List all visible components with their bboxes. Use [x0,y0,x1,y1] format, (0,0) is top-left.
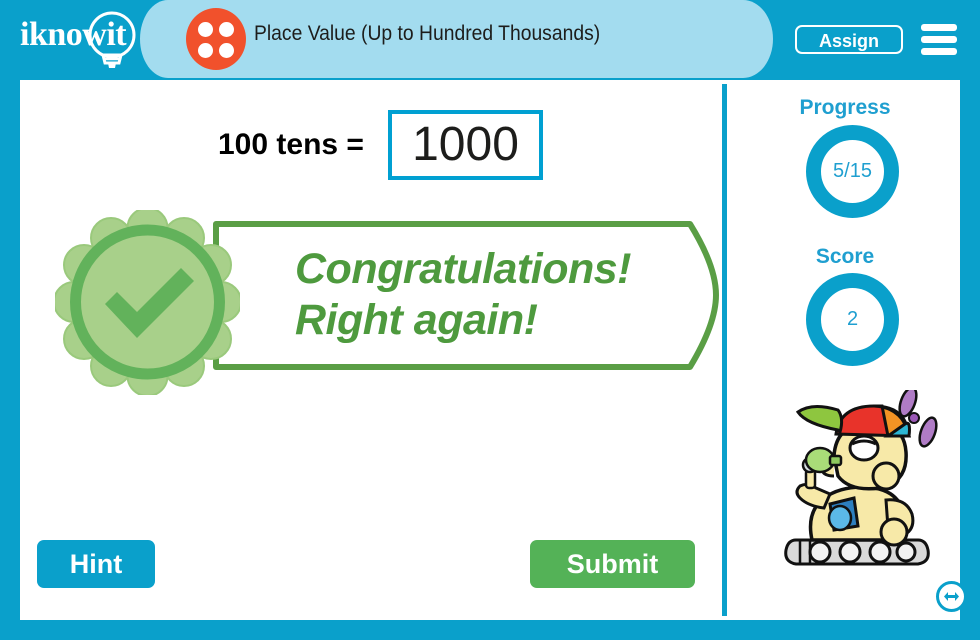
left-right-arrow-icon[interactable] [935,580,968,613]
dice-dot [198,22,213,37]
hamburger-bar [921,24,957,31]
main-content-card: 100 tens = 1000 Congratulations! Right a… [20,80,967,620]
answer-input-value: 1000 [412,118,519,171]
score-value: 2 [846,308,859,330]
assign-button[interactable]: Assign [795,25,903,54]
submit-button[interactable]: Submit [530,540,695,588]
progress-ring: 5/15 [806,125,899,218]
logo-wordmark: iknowit [20,16,127,53]
score-ring: 2 [806,273,899,366]
feedback-message: Congratulations! Right again! [295,244,725,346]
four-dot-dice-icon [186,8,246,70]
question-row: 100 tens = 1000 [200,110,600,190]
dice-dot [219,43,234,58]
hint-button[interactable]: Hint [37,540,155,588]
score-label: Score [815,245,875,268]
app-root: iknowit Place Value (Up to Hundred Thous… [0,0,980,640]
top-bar: iknowit Place Value (Up to Hundred Thous… [0,0,980,78]
dice-dot [198,43,213,58]
hamburger-bar [921,48,957,55]
question-prompt: 100 tens = [218,128,364,161]
site-logo[interactable]: iknowit [18,10,163,72]
answer-input[interactable]: 1000 [388,110,543,180]
hamburger-bar [921,36,957,43]
stats-panel: Progress 5/15 Score 2 [730,80,967,620]
feedback-banner: Congratulations! Right again! [55,210,725,395]
progress-label: Progress [799,96,891,119]
green-check-rosette-icon [55,210,240,395]
feedback-line-1: Congratulations! [295,245,631,293]
robot-mascot-icon [778,390,953,580]
feedback-line-2: Right again! [295,296,538,344]
progress-value: 5/15 [833,160,872,182]
hamburger-menu-icon[interactable] [921,24,957,55]
dice-dot [219,22,234,37]
page-title: Place Value (Up to Hundred Thousands) [254,22,601,45]
